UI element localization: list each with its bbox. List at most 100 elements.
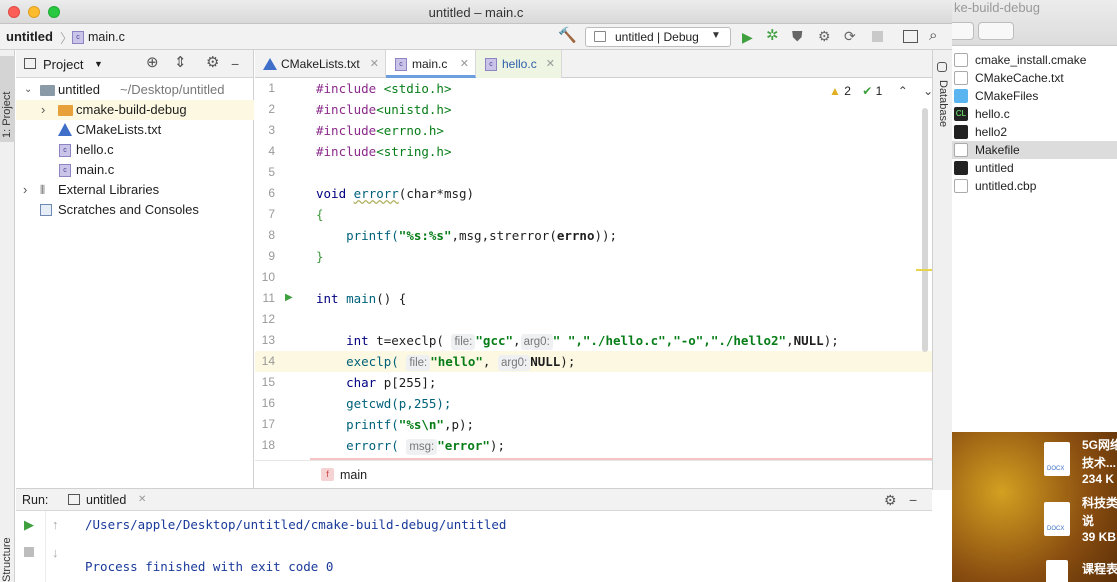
desktop-file-size: 39 KB bbox=[1082, 530, 1117, 544]
code-area[interactable]: #include <stdio.h> #include<unistd.h> #i… bbox=[310, 78, 932, 468]
document-icon bbox=[954, 71, 968, 85]
tab-main-c[interactable]: c main.c ✕ bbox=[386, 50, 476, 78]
project-tool-label[interactable]: 1: Project bbox=[1, 92, 13, 138]
line-number: 2 bbox=[268, 102, 275, 116]
database-icon bbox=[937, 62, 947, 72]
line-number: 17 bbox=[261, 417, 275, 431]
locate-target-icon[interactable]: ⊕ bbox=[146, 55, 159, 71]
c-file-icon: c bbox=[59, 144, 71, 157]
close-tab-icon[interactable]: ✕ bbox=[370, 50, 379, 78]
rerun-icon[interactable]: ▶ bbox=[24, 517, 34, 533]
desktop-file-name[interactable]: 科技类 bbox=[1082, 494, 1117, 511]
build-hammer-icon[interactable]: 🔨 bbox=[558, 28, 577, 44]
finder-file-item[interactable]: CMakeFiles bbox=[952, 87, 1117, 105]
finder-action-button[interactable] bbox=[952, 22, 974, 40]
desktop-file-name[interactable]: 技术... bbox=[1082, 454, 1116, 471]
c-source-icon: CL bbox=[954, 107, 968, 121]
tree-item-external-libraries[interactable]: › ⫴ External Libraries bbox=[16, 180, 254, 200]
coverage-icon[interactable]: ⛊ bbox=[792, 28, 803, 44]
tree-item-hello-c[interactable]: c hello.c bbox=[16, 140, 254, 160]
inspection-widget[interactable]: ▲ 2 ✔ 1 ⌃ ⌄ bbox=[829, 84, 933, 98]
hide-panel-icon[interactable]: − bbox=[231, 56, 239, 72]
tab-hello-c[interactable]: c hello.c ✕ bbox=[476, 50, 562, 78]
desktop-file-name[interactable]: 说 bbox=[1082, 512, 1094, 529]
structure-tool-label[interactable]: Structure bbox=[1, 537, 13, 582]
search-icon[interactable]: ⌕ bbox=[929, 28, 937, 44]
function-breadcrumb: f main bbox=[255, 460, 932, 488]
tab-cmakelists[interactable]: CMakeLists.txt ✕ bbox=[255, 50, 386, 78]
code-line: #include<errno.h> bbox=[316, 123, 444, 138]
run-icon[interactable]: ▶ bbox=[742, 29, 753, 45]
stop-icon[interactable] bbox=[24, 547, 34, 557]
code-line: { bbox=[316, 207, 324, 222]
desktop-file-name[interactable]: 5G网络 bbox=[1082, 436, 1117, 453]
arrow-up-icon[interactable]: ↑ bbox=[52, 517, 59, 532]
finder-file-item[interactable]: untitled bbox=[952, 159, 1117, 177]
docx-file-icon[interactable]: DOCX bbox=[1044, 442, 1070, 476]
finder-file-item[interactable]: CL hello.c bbox=[952, 105, 1117, 123]
finder-file-item[interactable]: untitled.cbp bbox=[952, 177, 1117, 195]
run-toolbar: ▶ ↑ ↓ bbox=[16, 511, 59, 582]
breadcrumb-file[interactable]: main.c bbox=[88, 30, 125, 44]
chevron-down-icon[interactable]: ▼ bbox=[94, 59, 103, 69]
gear-icon[interactable]: ⚙ bbox=[206, 55, 219, 71]
close-tab-icon[interactable]: ✕ bbox=[546, 50, 555, 78]
editor-scrollbar[interactable] bbox=[922, 108, 928, 352]
chevron-down-icon[interactable]: ⌄ bbox=[923, 84, 933, 98]
hide-panel-icon[interactable]: − bbox=[909, 492, 917, 508]
tree-item-untitled[interactable]: ⌄ untitled ~/Desktop/untitled bbox=[16, 80, 254, 100]
close-tab-icon[interactable]: ✕ bbox=[138, 494, 146, 505]
stop-icon[interactable] bbox=[872, 31, 883, 42]
profile-icon[interactable]: ⚙ bbox=[818, 28, 831, 44]
left-tool-strip: 1: Project Structure bbox=[0, 50, 15, 582]
check-icon: ✔ bbox=[862, 84, 873, 98]
line-number: 15 bbox=[261, 375, 275, 389]
close-tab-icon[interactable]: ✕ bbox=[460, 50, 469, 78]
database-tool-label[interactable]: Database bbox=[937, 80, 949, 127]
code-editor: CMakeLists.txt ✕ c main.c ✕ c hello.c ✕ … bbox=[255, 50, 933, 488]
tree-item-scratches[interactable]: Scratches and Consoles bbox=[16, 200, 254, 220]
desktop-background: DOCX 5G网络 技术... 234 K DOCX 科技类 说 39 KB 课… bbox=[952, 432, 1117, 582]
console-output-path: /Users/apple/Desktop/untitled/cmake-buil… bbox=[85, 517, 507, 532]
arrow-down-icon[interactable]: ↓ bbox=[52, 545, 59, 560]
warning-stripe-marker[interactable] bbox=[916, 269, 932, 271]
tree-item-cmakelists[interactable]: CMakeLists.txt bbox=[16, 120, 254, 140]
code-line: #include<unistd.h> bbox=[316, 102, 452, 117]
chevron-right-icon[interactable]: › bbox=[23, 180, 27, 200]
finder-file-item[interactable]: cmake_install.cmake bbox=[952, 51, 1117, 69]
run-config-select[interactable]: untitled | Debug ▼ bbox=[585, 27, 731, 47]
title-bar: untitled – main.c bbox=[0, 0, 952, 24]
debug-bug-icon[interactable]: ✲ bbox=[766, 28, 779, 44]
document-icon bbox=[954, 179, 968, 193]
project-panel: Project ▼ ⊕ ⇕ ⚙ − ⌄ untitled ~/Desktop/u… bbox=[16, 50, 254, 488]
line-number: 14 bbox=[255, 351, 310, 372]
breadcrumb-project[interactable]: untitled bbox=[6, 29, 53, 44]
chevron-down-icon[interactable]: ⌄ bbox=[24, 80, 32, 100]
function-name[interactable]: main bbox=[340, 468, 367, 482]
chevron-right-icon[interactable]: › bbox=[41, 100, 45, 120]
layout-icon[interactable] bbox=[903, 30, 918, 43]
line-number: 6 bbox=[268, 186, 275, 200]
code-line-current: execlp( file: "hello", arg0: NULL); bbox=[310, 351, 932, 372]
gear-icon[interactable]: ⚙ bbox=[884, 492, 897, 508]
tree-item-cmake-build-debug[interactable]: › cmake-build-debug bbox=[16, 100, 254, 120]
tab-label: CMakeLists.txt bbox=[281, 57, 360, 71]
collapse-all-icon[interactable]: ⇕ bbox=[174, 55, 187, 71]
run-tab-label[interactable]: untitled bbox=[86, 493, 126, 507]
chevron-up-icon[interactable]: ⌃ bbox=[898, 84, 908, 98]
docx-file-icon[interactable]: DOCX bbox=[1044, 502, 1070, 536]
line-number: 18 bbox=[261, 438, 275, 452]
desktop-file-name[interactable]: 课程表 bbox=[1082, 560, 1117, 577]
finder-file-item-selected[interactable]: Makefile bbox=[952, 141, 1117, 159]
tree-item-main-c[interactable]: c main.c bbox=[16, 160, 254, 180]
run-config-icon bbox=[594, 31, 606, 42]
run-gutter-icon[interactable]: ▶ bbox=[285, 292, 293, 303]
finder-file-item[interactable]: hello2 bbox=[952, 123, 1117, 141]
folder-icon bbox=[40, 85, 55, 96]
project-panel-header: Project ▼ ⊕ ⇕ ⚙ − bbox=[16, 50, 253, 78]
finder-file-item[interactable]: CMakeCache.txt bbox=[952, 69, 1117, 87]
spreadsheet-file-icon[interactable] bbox=[1046, 560, 1068, 582]
attach-icon[interactable]: ⟳ bbox=[844, 28, 856, 44]
project-view-title[interactable]: Project bbox=[43, 57, 83, 72]
finder-tag-button[interactable] bbox=[978, 22, 1014, 40]
